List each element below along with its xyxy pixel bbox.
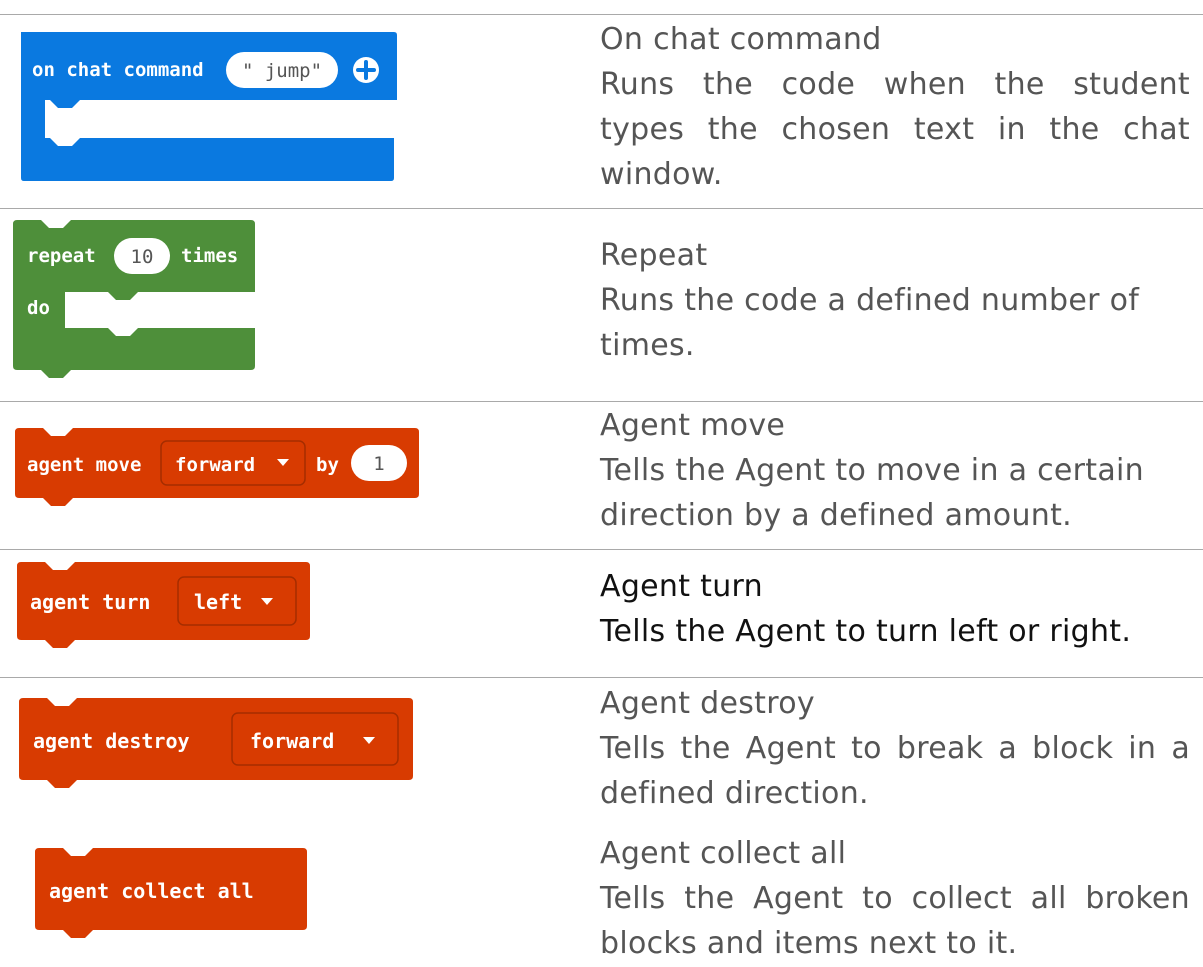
plus-circle-icon[interactable] xyxy=(353,57,379,83)
agent-destroy-label: agent destroy xyxy=(33,729,190,753)
turn-direction-value: left xyxy=(194,590,242,614)
move-direction-dropdown[interactable]: forward xyxy=(160,440,306,486)
description-text: Tells the Agent to turn left or right. xyxy=(600,614,1132,649)
repeat-count-value: 10 xyxy=(131,246,154,268)
description-agent-turn: Agent turn Tells the Agent to turn left … xyxy=(600,565,1190,654)
description-text: Tells the Agent to move in a certain dir… xyxy=(600,453,1144,533)
row-divider xyxy=(0,549,1203,550)
times-label: times xyxy=(181,245,238,267)
description-text: Tells the Agent to collect all broken bl… xyxy=(600,881,1190,961)
chat-command-value: " jump" xyxy=(242,60,322,82)
move-amount-value: 1 xyxy=(373,453,384,475)
agent-collect-all-label: agent collect all xyxy=(49,879,254,903)
on-chat-command-block[interactable]: on chat command " jump" xyxy=(18,32,398,184)
repeat-block[interactable]: repeat 10 times do xyxy=(13,220,259,384)
chat-command-text-input[interactable]: " jump" xyxy=(226,52,338,88)
agent-move-block[interactable]: agent move forward by 1 xyxy=(15,428,423,512)
description-title: On chat command xyxy=(600,22,882,57)
destroy-direction-dropdown[interactable]: forward xyxy=(231,712,399,766)
agent-turn-block[interactable]: agent turn left xyxy=(17,562,315,656)
description-agent-move: Agent move Tells the Agent to move in a … xyxy=(600,404,1190,538)
description-text: Tells the Agent to break a block in a de… xyxy=(600,731,1190,811)
description-title: Agent destroy xyxy=(600,686,815,721)
row-divider xyxy=(0,401,1203,402)
agent-destroy-block[interactable]: agent destroy forward xyxy=(19,698,419,796)
by-label: by xyxy=(316,454,339,476)
description-title: Agent collect all xyxy=(600,836,847,871)
description-title: Agent turn xyxy=(600,569,763,604)
chat-block-label: on chat command xyxy=(32,59,204,81)
description-agent-collect-all: Agent collect all Tells the Agent to col… xyxy=(600,832,1190,966)
agent-move-label: agent move xyxy=(27,454,141,476)
description-repeat: Repeat Runs the code a defined number of… xyxy=(600,234,1190,368)
description-text: Runs the code a defined number of times. xyxy=(600,283,1140,363)
agent-collect-all-block[interactable]: agent collect all xyxy=(35,848,313,946)
do-label: do xyxy=(27,297,50,319)
description-text: Runs the code when the student types the… xyxy=(600,67,1190,192)
description-on-chat-command: On chat command Runs the code when the s… xyxy=(600,18,1190,197)
row-divider xyxy=(0,677,1203,678)
move-direction-value: forward xyxy=(175,454,255,476)
turn-direction-dropdown[interactable]: left xyxy=(177,576,297,626)
agent-turn-label: agent turn xyxy=(30,590,150,614)
description-title: Repeat xyxy=(600,238,708,273)
description-agent-destroy: Agent destroy Tells the Agent to break a… xyxy=(600,682,1190,816)
row-divider xyxy=(0,14,1203,15)
repeat-count-input[interactable]: 10 xyxy=(114,238,170,274)
description-title: Agent move xyxy=(600,408,786,443)
repeat-label: repeat xyxy=(27,245,96,267)
row-divider xyxy=(0,208,1203,209)
move-amount-input[interactable]: 1 xyxy=(351,445,407,481)
destroy-direction-value: forward xyxy=(250,729,334,753)
